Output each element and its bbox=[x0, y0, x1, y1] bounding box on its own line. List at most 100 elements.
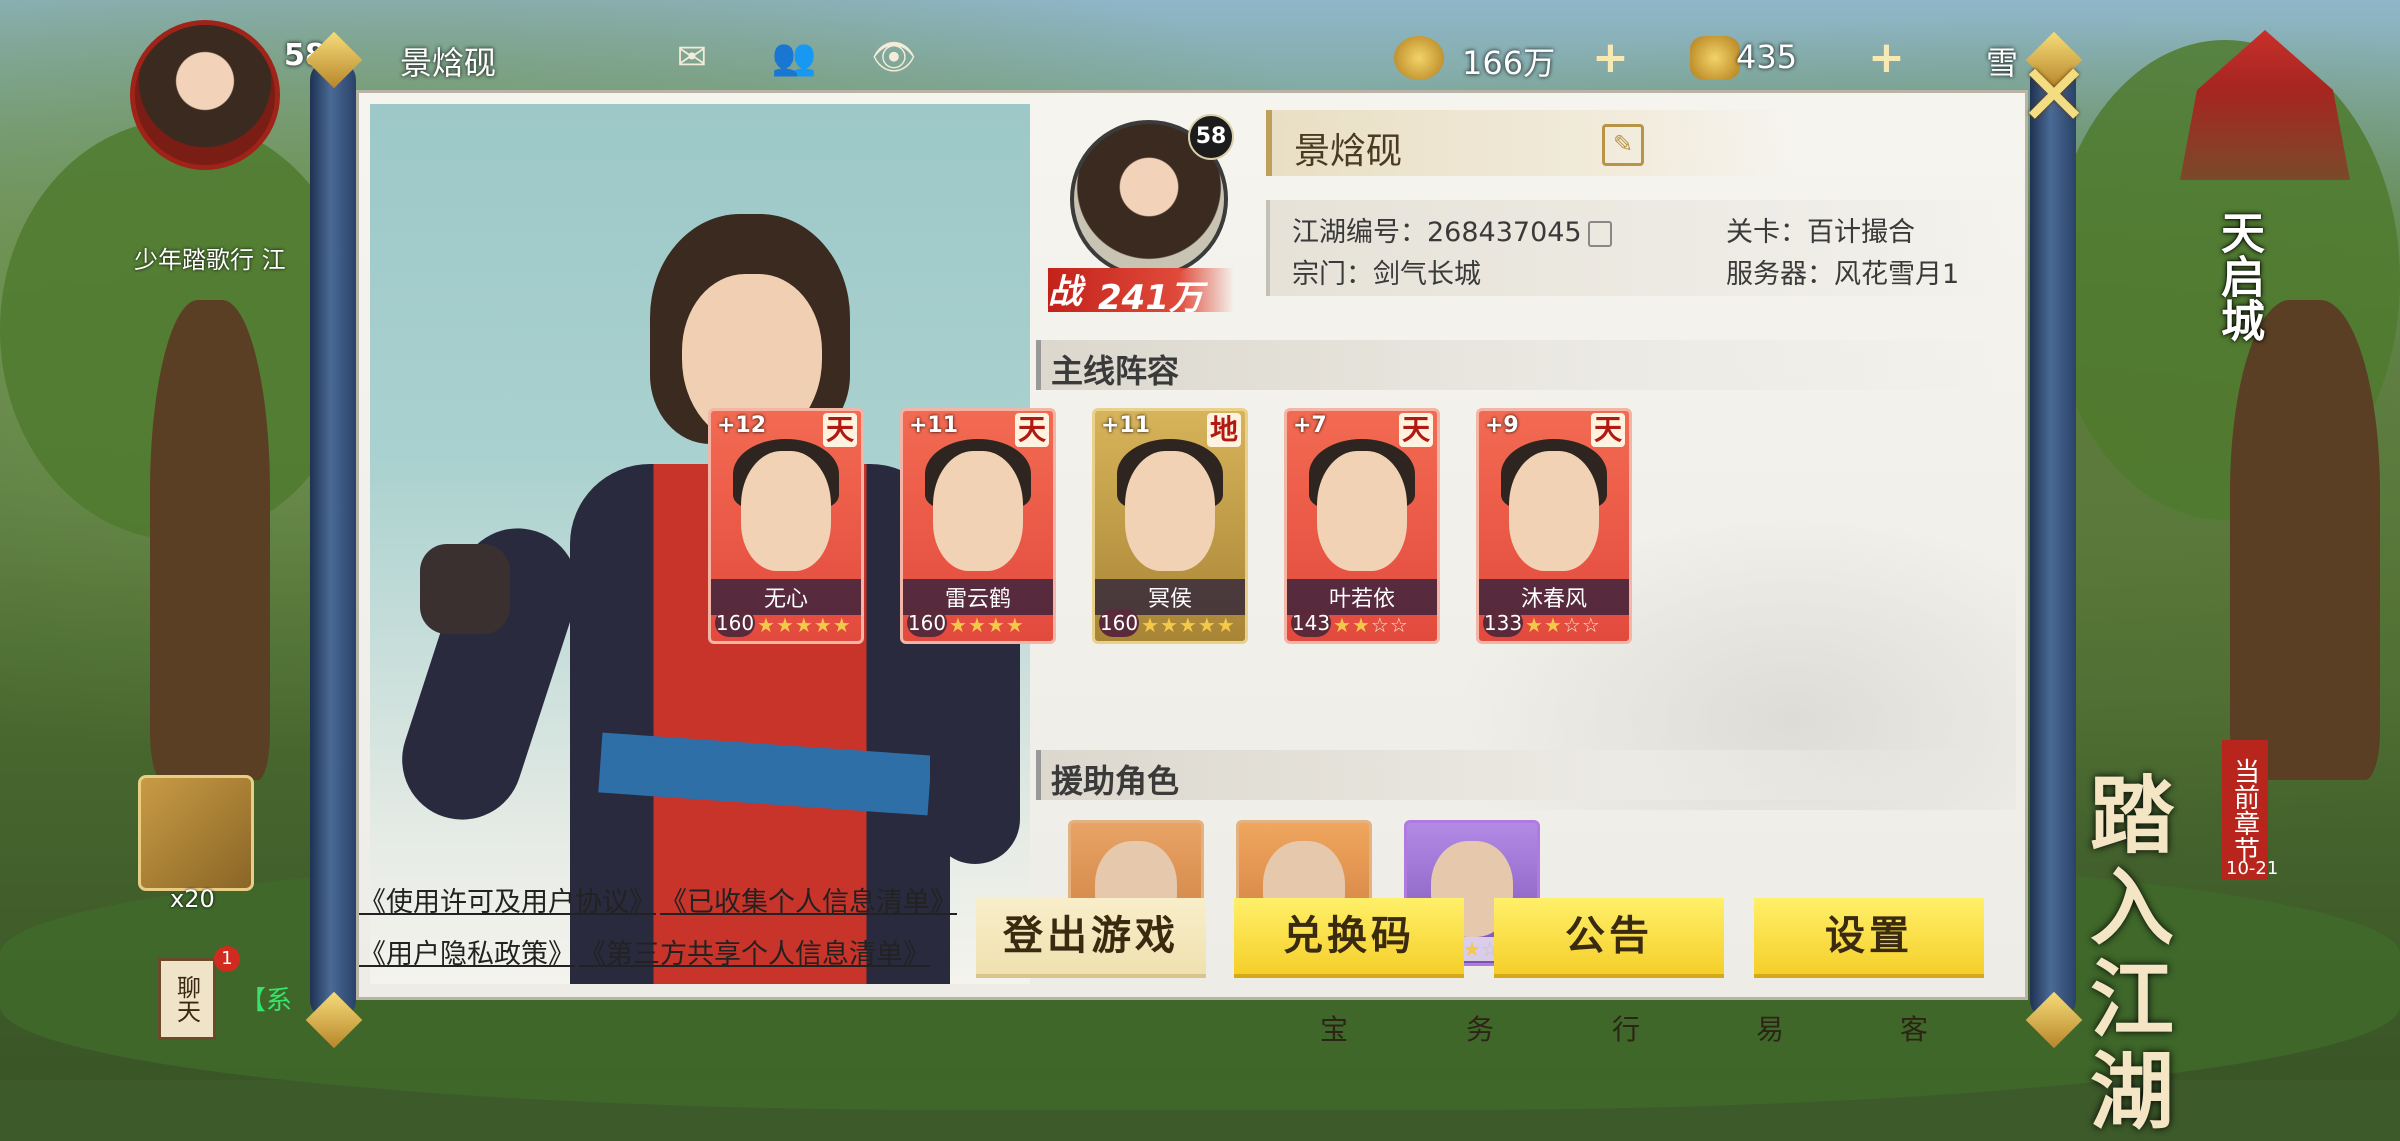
star-icon: ☆ bbox=[1562, 613, 1582, 637]
sect-label: 宗门： bbox=[1292, 259, 1373, 290]
star-icon: ★ bbox=[832, 613, 852, 637]
player-name: 景焓砚 bbox=[400, 44, 497, 82]
bottom-menu-item[interactable]: 易 bbox=[1756, 1008, 1784, 1048]
star-icon: ☆ bbox=[1370, 613, 1390, 637]
power-icon: 战 bbox=[1048, 272, 1082, 312]
star-icon: ★ bbox=[1178, 613, 1198, 637]
snow-label[interactable]: 雪 bbox=[1986, 38, 2018, 84]
game-title-label: 少年踏歌行 江 bbox=[134, 246, 286, 274]
player-avatar[interactable] bbox=[130, 20, 280, 170]
id-value: 268437045 bbox=[1427, 217, 1582, 248]
hero-portrait bbox=[1125, 451, 1215, 571]
add-ingot-button[interactable]: + bbox=[1868, 32, 1905, 83]
name-bar: 景焓砚 ✎ bbox=[1266, 110, 1792, 176]
hero-enhance: +9 bbox=[1485, 413, 1519, 438]
star-icon: ★ bbox=[1005, 613, 1025, 637]
scroll-rod-right bbox=[2030, 60, 2076, 1020]
dragon-item-icon[interactable] bbox=[138, 775, 254, 891]
sect-value: 剑气长城 bbox=[1373, 259, 1481, 290]
hero-portrait bbox=[741, 451, 831, 571]
level-badge: 58 bbox=[1188, 114, 1234, 160]
hero-stars: ★★★★ bbox=[949, 613, 1025, 637]
lineup-hero-card[interactable]: +9 天沐春风 133 ★★☆☆ bbox=[1476, 408, 1632, 644]
bottom-menu-item[interactable]: 客 bbox=[1900, 1008, 1928, 1048]
city-name: 天启城 bbox=[2213, 210, 2264, 342]
server-row: 服务器：风花雪月1 bbox=[1726, 252, 1959, 291]
star-icon: ★ bbox=[1463, 937, 1481, 961]
sect-row: 宗门：剑气长城 bbox=[1292, 252, 1481, 291]
scroll-rod-left bbox=[310, 60, 356, 1020]
collected-info-link[interactable]: 《已收集个人信息清单》 bbox=[660, 880, 957, 919]
hero-enhance: +11 bbox=[1101, 413, 1151, 438]
server-value: 风花雪月1 bbox=[1834, 259, 1960, 290]
hero-enhance: +7 bbox=[1293, 413, 1327, 438]
hero-portrait bbox=[1509, 451, 1599, 571]
third-party-info-link[interactable]: 《第三方共享个人信息清单》 bbox=[579, 932, 930, 971]
chat-button[interactable]: 聊天 bbox=[158, 958, 216, 1040]
player-info-dialog: 《使用许可及用户协议》 《已收集个人信息清单》 《用户隐私政策》 《第三方共享个人信… bbox=[356, 90, 2028, 1000]
star-icon: ★ bbox=[1216, 613, 1236, 637]
lineup-section-header: 主线阵容 bbox=[1036, 340, 2001, 390]
add-gold-button[interactable]: + bbox=[1592, 32, 1629, 83]
settings-button[interactable]: 设置 bbox=[1754, 898, 1984, 974]
star-icon: ★ bbox=[1141, 613, 1160, 637]
privacy-policy-link[interactable]: 《用户隐私政策》 bbox=[359, 932, 575, 971]
hero-stars: ★★☆☆ bbox=[1525, 613, 1601, 637]
star-icon: ★ bbox=[1525, 613, 1544, 637]
edit-icon[interactable]: ✎ bbox=[1602, 124, 1644, 166]
hero-tier-badge: 天 bbox=[1399, 413, 1433, 447]
chapter-title[interactable]: 踏入江湖 bbox=[2090, 770, 2250, 1138]
tree-trunk bbox=[2230, 300, 2380, 780]
ingot-amount: 435 bbox=[1736, 38, 1798, 76]
bottom-menu-item[interactable]: 务 bbox=[1466, 1008, 1494, 1048]
hero-stars: ★★☆☆ bbox=[1333, 613, 1409, 637]
lineup-hero-card[interactable]: +11 地冥侯 160 ★★★★★ bbox=[1092, 408, 1248, 644]
support-section-header: 援助角色 bbox=[1036, 750, 2001, 800]
tree-trunk bbox=[150, 300, 270, 780]
hero-tier-badge: 天 bbox=[1015, 413, 1049, 447]
hero-stars: ★★★★★ bbox=[757, 613, 852, 637]
redeem-code-button[interactable]: 兑换码 bbox=[1234, 898, 1464, 974]
lineup-title: 主线阵容 bbox=[1051, 352, 1180, 390]
lineup-hero-card[interactable]: +11 天雷云鹤 160 ★★★★ bbox=[900, 408, 1056, 644]
system-message: 【系 bbox=[240, 986, 293, 1016]
power-value: 241万 bbox=[1098, 278, 1203, 318]
hero-enhance: +12 bbox=[717, 413, 767, 438]
copy-icon[interactable] bbox=[1587, 220, 1612, 247]
ingot-icon bbox=[1690, 36, 1740, 80]
lineup-hero-card[interactable]: +12 天无心 160 ★★★★★ bbox=[708, 408, 864, 644]
star-icon: ★ bbox=[775, 613, 795, 637]
star-icon: ★ bbox=[967, 613, 987, 637]
hero-tier-badge: 天 bbox=[823, 413, 857, 447]
hero-tier-badge: 地 bbox=[1207, 413, 1241, 447]
stage-value: 百计撮合 bbox=[1807, 217, 1915, 248]
lineup-hero-card[interactable]: +7 天叶若依 143 ★★☆☆ bbox=[1284, 408, 1440, 644]
eye-icon[interactable]: 👁 bbox=[866, 36, 922, 80]
chat-badge: 1 bbox=[214, 946, 240, 972]
item-count: x20 bbox=[170, 885, 215, 913]
star-icon: ★ bbox=[1543, 613, 1563, 637]
stage-label: 关卡： bbox=[1726, 217, 1807, 248]
star-icon: ★ bbox=[1159, 613, 1179, 637]
star-icon: ☆ bbox=[1389, 613, 1409, 637]
logout-button[interactable]: 登出游戏 bbox=[976, 898, 1206, 974]
star-icon: ★ bbox=[1333, 613, 1352, 637]
friends-icon[interactable]: 👥 bbox=[766, 36, 822, 80]
mail-icon[interactable]: ✉ bbox=[664, 36, 720, 80]
hero-tier-badge: 天 bbox=[1591, 413, 1625, 447]
id-label: 江湖编号： bbox=[1292, 217, 1427, 248]
star-icon: ★ bbox=[986, 613, 1006, 637]
notice-button[interactable]: 公告 bbox=[1494, 898, 1724, 974]
bottom-menu-item[interactable]: 行 bbox=[1612, 1008, 1640, 1048]
support-title: 援助角色 bbox=[1051, 762, 1180, 800]
star-icon: ★ bbox=[949, 613, 968, 637]
star-icon: ★ bbox=[1197, 613, 1217, 637]
star-icon: ☆ bbox=[1581, 613, 1601, 637]
star-icon: ★ bbox=[794, 613, 814, 637]
license-agreement-link[interactable]: 《使用许可及用户协议》 bbox=[359, 880, 656, 919]
hero-enhance: +11 bbox=[909, 413, 959, 438]
profile-name: 景焓砚 bbox=[1294, 131, 1403, 172]
bottom-menu-item[interactable]: 宝 bbox=[1320, 1008, 1348, 1048]
close-icon[interactable]: ✕ bbox=[2018, 53, 2090, 139]
hero-portrait bbox=[1317, 451, 1407, 571]
